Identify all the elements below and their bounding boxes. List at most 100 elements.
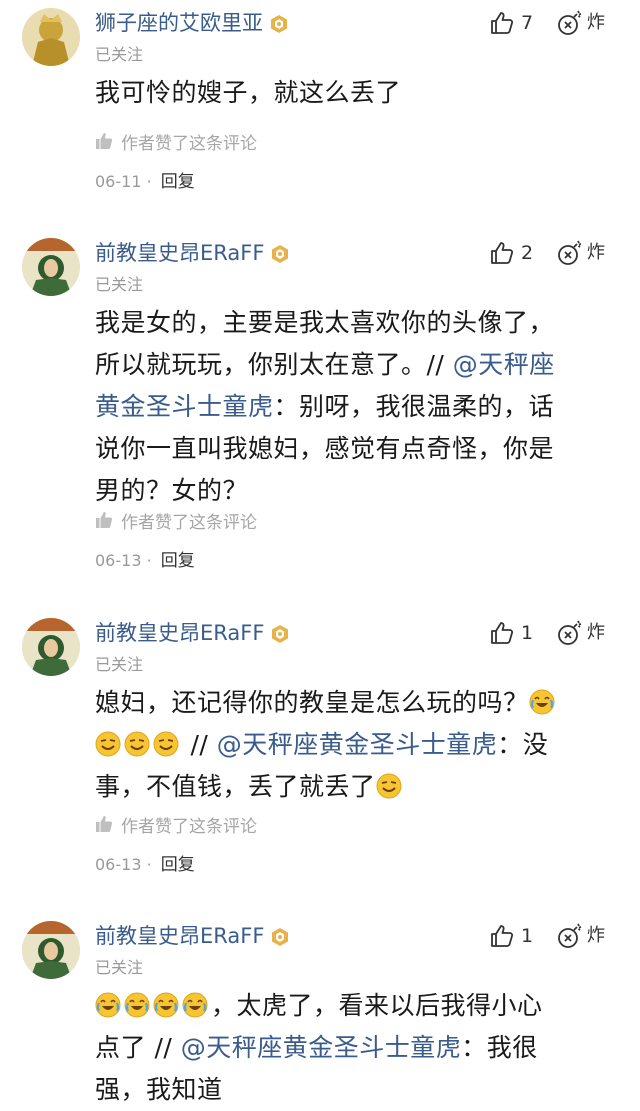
comment-line: 点了 // @天秤座黄金圣斗士童虎：我很 <box>95 1027 615 1069</box>
reply-button[interactable]: 回复 <box>161 855 195 875</box>
bomb-icon <box>558 923 582 948</box>
comment-line: 我是女的，主要是我太喜欢你的头像了， <box>95 302 615 344</box>
comment-date: 06-11 <box>95 172 142 191</box>
username[interactable]: 前教皇史昂ERaFF <box>95 618 290 648</box>
comment-text-segment: 所以就玩玩，你别太在意了。// <box>95 350 453 379</box>
like-count: 1 <box>521 925 534 947</box>
bomb-button[interactable]: 炸 <box>556 8 605 38</box>
cry-laugh-emoji-icon <box>153 992 179 1018</box>
avatar[interactable] <box>22 618 80 676</box>
comment-text-segment: 事，不值钱，丢了就丢了 <box>95 772 376 801</box>
like-count: 1 <box>521 622 534 644</box>
cry-laugh-emoji-icon <box>95 992 121 1018</box>
avatar[interactable] <box>22 238 80 296</box>
comment-text-segment: 我是女的，主要是我太喜欢你的头像了， <box>95 308 555 337</box>
cry-laugh-emoji-icon <box>124 992 150 1018</box>
author-liked-text: 作者赞了这条评论 <box>121 512 257 533</box>
follow-status: 已关注 <box>95 655 144 674</box>
comment-text-segment: 说你一直叫我媳妇，感觉有点奇怪，你是 <box>95 434 555 463</box>
comment-line: 所以就玩玩，你别太在意了。// @天秤座 <box>95 344 615 386</box>
bomb-button[interactable]: 炸 <box>556 238 605 268</box>
author-liked-note: 作者赞了这条评论 <box>95 508 257 533</box>
comment-line: 事，不值钱，丢了就丢了 <box>95 766 615 808</box>
comment-date: 06-13 <box>95 551 142 570</box>
comment-line: 我可怜的嫂子，就这么丢了 <box>95 72 615 114</box>
avatar[interactable] <box>22 921 80 979</box>
username[interactable]: 狮子座的艾欧里亚 <box>95 8 289 38</box>
comment-line: // @天秤座黄金圣斗士童虎：没 <box>95 724 615 766</box>
comment-line: 媳妇，还记得你的教皇是怎么玩的吗？ <box>95 682 615 724</box>
username-text[interactable]: 前教皇史昂ERaFF <box>95 924 264 948</box>
comment-text-segment: 男的？女的？ <box>95 476 249 505</box>
comment-line: 黄金圣斗士童虎：别呀，我很温柔的，话 <box>95 386 615 428</box>
follow-status: 已关注 <box>95 958 144 977</box>
username[interactable]: 前教皇史昂ERaFF <box>95 921 290 951</box>
like-count: 2 <box>521 242 534 264</box>
smug-emoji-icon <box>95 731 121 757</box>
bomb-icon <box>558 620 582 645</box>
thumbs-up-icon <box>96 816 113 832</box>
author-liked-note: 作者赞了这条评论 <box>95 129 257 154</box>
bomb-icon <box>558 240 582 265</box>
comment-text-segment: 点了 // <box>95 1033 181 1062</box>
level-badge-icon <box>270 622 290 643</box>
bomb-label: 炸 <box>587 242 605 263</box>
comment-meta: 06-13 · 回复 <box>95 549 195 573</box>
comment-text: 我可怜的嫂子，就这么丢了 <box>95 72 615 114</box>
comment-text-segment: ：没 <box>497 730 549 759</box>
username-text[interactable]: 前教皇史昂ERaFF <box>95 621 264 645</box>
comment-meta: 06-13 · 回复 <box>95 853 195 877</box>
bomb-label: 炸 <box>587 12 605 33</box>
user-mention-link[interactable]: @天秤座黄金圣斗士童虎 <box>217 730 498 759</box>
bomb-icon <box>558 10 582 35</box>
like-button[interactable]: 2 <box>489 238 533 268</box>
meta-separator: · <box>146 172 152 191</box>
comment-text-segment: 强，我知道 <box>95 1075 223 1104</box>
follow-status: 已关注 <box>95 45 144 64</box>
thumbs-up-icon <box>491 242 514 264</box>
comment-line: 说你一直叫我媳妇，感觉有点奇怪，你是 <box>95 428 615 470</box>
cry-laugh-emoji-icon <box>529 689 555 715</box>
username[interactable]: 前教皇史昂ERaFF <box>95 238 290 268</box>
comment-date: 06-13 <box>95 855 142 874</box>
reply-button[interactable]: 回复 <box>161 551 195 571</box>
thumbs-up-icon <box>491 622 514 644</box>
author-liked-text: 作者赞了这条评论 <box>121 816 257 837</box>
smug-emoji-icon <box>124 731 150 757</box>
follow-status: 已关注 <box>95 275 144 294</box>
comment-text: ，太虎了，看来以后我得小心 点了 // @天秤座黄金圣斗士童虎：我很 强，我知道 <box>95 985 615 1111</box>
comment-text: 我是女的，主要是我太喜欢你的头像了， 所以就玩玩，你别太在意了。// @天秤座 … <box>95 302 615 512</box>
bomb-button[interactable]: 炸 <box>556 921 605 951</box>
user-mention-link[interactable]: @天秤座 <box>453 350 555 379</box>
reply-button[interactable]: 回复 <box>161 172 195 192</box>
thumbs-up-icon <box>96 512 113 528</box>
smug-emoji-icon <box>153 731 179 757</box>
user-mention-link[interactable]: @天秤座黄金圣斗士童虎 <box>181 1033 462 1062</box>
smug-emoji-icon <box>376 773 402 799</box>
user-mention-link[interactable]: 黄金圣斗士童虎 <box>95 392 274 421</box>
like-button[interactable]: 1 <box>489 921 533 951</box>
comment-text-segment: // <box>182 730 217 759</box>
comment-text-segment: ：别呀，我很温柔的，话 <box>273 392 555 421</box>
thumbs-up-icon <box>96 133 113 149</box>
level-badge-icon <box>269 12 289 33</box>
level-badge-icon <box>270 925 290 946</box>
username-text[interactable]: 狮子座的艾欧里亚 <box>95 11 263 35</box>
comment-text-segment: ，太虎了，看来以后我得小心 <box>211 991 543 1020</box>
avatar[interactable] <box>22 8 80 66</box>
comment-text-segment: 媳妇，还记得你的教皇是怎么玩的吗？ <box>95 688 529 717</box>
username-text[interactable]: 前教皇史昂ERaFF <box>95 241 264 265</box>
comment-text-segment: 我可怜的嫂子，就这么丢了 <box>95 78 402 107</box>
thumbs-up-icon <box>491 12 514 34</box>
like-button[interactable]: 7 <box>489 8 533 38</box>
meta-separator: · <box>146 551 152 570</box>
level-badge-icon <box>270 242 290 263</box>
cry-laugh-emoji-icon <box>182 992 208 1018</box>
bomb-button[interactable]: 炸 <box>556 618 605 648</box>
author-liked-note: 作者赞了这条评论 <box>95 812 257 837</box>
comment-line: 男的？女的？ <box>95 470 615 512</box>
comment-line: 强，我知道 <box>95 1069 615 1111</box>
bomb-label: 炸 <box>587 925 605 946</box>
like-count: 7 <box>521 12 534 34</box>
like-button[interactable]: 1 <box>489 618 533 648</box>
